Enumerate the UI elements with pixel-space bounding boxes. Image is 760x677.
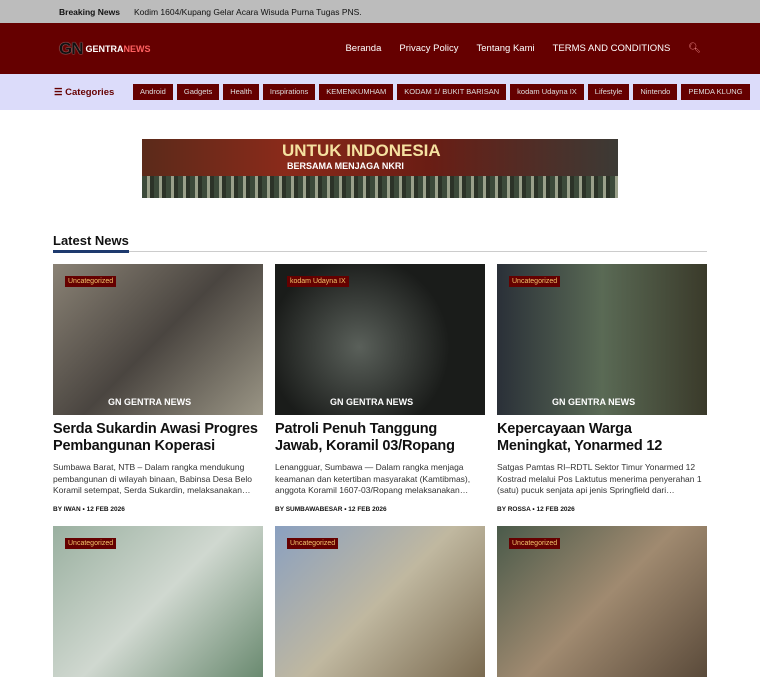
post-thumbnail[interactable]: Uncategorized	[497, 526, 707, 677]
section-title: Latest News	[53, 233, 129, 248]
post-card: kodam Udayna IX GN GENTRA NEWS Patroli Pe…	[275, 264, 485, 513]
category-badge[interactable]: kodam Udayna IX	[287, 276, 349, 287]
category-chip[interactable]: KEMENKUMHAM	[319, 84, 394, 100]
post-excerpt: Satgas Pamtas RI–RDTL Sektor Timur Yonar…	[497, 462, 702, 495]
category-badge[interactable]: Uncategorized	[65, 276, 117, 287]
post-meta: BY SUMBAWABESAR • 12 FEB 2026	[275, 506, 387, 513]
site-header: GN GENTRANEWS Beranda Privacy Policy Ten…	[0, 23, 760, 74]
category-chip[interactable]: Android	[133, 84, 173, 100]
post-thumbnail[interactable]: Uncategorized	[53, 526, 263, 677]
post-card: Uncategorized GN GENTRA NEWS Serda Sukard…	[53, 264, 263, 513]
nav-tentang-kami[interactable]: Tentang Kami	[477, 43, 535, 54]
post-title[interactable]: Kepercayaan Warga Meningkat, Yonarmed 12…	[497, 421, 707, 455]
site-logo[interactable]: GN GENTRANEWS	[59, 39, 151, 59]
banner-image	[142, 176, 618, 198]
category-chip[interactable]: KODAM 1/ BUKIT BARISAN	[397, 84, 507, 100]
post-card: Uncategorized	[53, 526, 263, 677]
category-chip[interactable]: Nintendo	[633, 84, 678, 100]
post-thumbnail[interactable]: Uncategorized GN GENTRA NEWS	[53, 264, 263, 415]
category-chip[interactable]: kodam Udayna IX	[510, 84, 584, 100]
breaking-news-label: Breaking News	[59, 6, 120, 17]
post-card: Uncategorized GN GENTRA NEWS Kepercayaan …	[497, 264, 707, 513]
category-chip[interactable]: Lifestyle	[587, 84, 630, 100]
logo-text: GENTRANEWS	[85, 43, 151, 54]
search-icon[interactable]: 🔍︎	[688, 43, 701, 54]
post-title[interactable]: Serda Sukardin Awasi Progres Pembangunan…	[53, 421, 263, 455]
category-chip[interactable]: Health	[223, 84, 259, 100]
category-badge[interactable]: Uncategorized	[65, 538, 117, 549]
breaking-news-link[interactable]: Kodim 1604/Kupang Gelar Acara Wisuda Pur…	[134, 7, 362, 17]
post-thumbnail[interactable]: Uncategorized GN GENTRA NEWS	[497, 264, 707, 415]
logo-mark: GN	[59, 38, 83, 58]
category-chip[interactable]: Gadgets	[176, 84, 220, 100]
category-badge[interactable]: Uncategorized	[509, 538, 561, 549]
category-badge[interactable]: Uncategorized	[509, 276, 561, 287]
nav-terms[interactable]: TERMS AND CONDITIONS	[553, 43, 671, 54]
post-excerpt: Sumbawa Barat, NTB – Dalam rangka menduk…	[53, 462, 252, 495]
nav-beranda[interactable]: Beranda	[345, 43, 381, 54]
post-thumbnail[interactable]: Uncategorized	[275, 526, 485, 677]
ad-banner[interactable]: UNTUK INDONESIA BERSAMA MENJAGA NKRI	[142, 139, 618, 198]
watermark: GN GENTRA NEWS	[108, 397, 192, 407]
categories-label: ☰ Categories	[54, 86, 115, 98]
main-nav: Beranda Privacy Policy Tentang Kami TERM…	[345, 43, 701, 54]
banner-subtitle: BERSAMA MENJAGA NKRI	[287, 161, 404, 171]
watermark: GN GENTRA NEWS	[330, 397, 414, 407]
banner-title: UNTUK INDONESIA	[282, 141, 441, 160]
category-chip[interactable]: Inspirations	[262, 84, 316, 100]
categories-bar: ☰ Categories Android Gadgets Health Insp…	[0, 74, 760, 110]
nav-privacy-policy[interactable]: Privacy Policy	[399, 43, 458, 54]
watermark: GN GENTRA NEWS	[552, 397, 636, 407]
breaking-news-bar: Breaking News Kodim 1604/Kupang Gelar Ac…	[0, 0, 760, 23]
post-meta: BY ROSSA • 12 FEB 2026	[497, 506, 575, 513]
category-badge[interactable]: Uncategorized	[287, 538, 339, 549]
category-chip[interactable]: PEMDA KLUNG	[681, 84, 750, 100]
post-meta: BY IWAN • 12 FEB 2026	[53, 506, 125, 513]
section-underline	[53, 250, 129, 253]
post-card: Uncategorized	[497, 526, 707, 677]
post-excerpt: Lenangguar, Sumbawa — Dalam rangka menja…	[275, 462, 471, 495]
post-thumbnail[interactable]: kodam Udayna IX GN GENTRA NEWS	[275, 264, 485, 415]
divider	[53, 251, 707, 252]
post-card: Uncategorized	[275, 526, 485, 677]
post-title[interactable]: Patroli Penuh Tanggung Jawab, Koramil 03…	[275, 421, 485, 455]
